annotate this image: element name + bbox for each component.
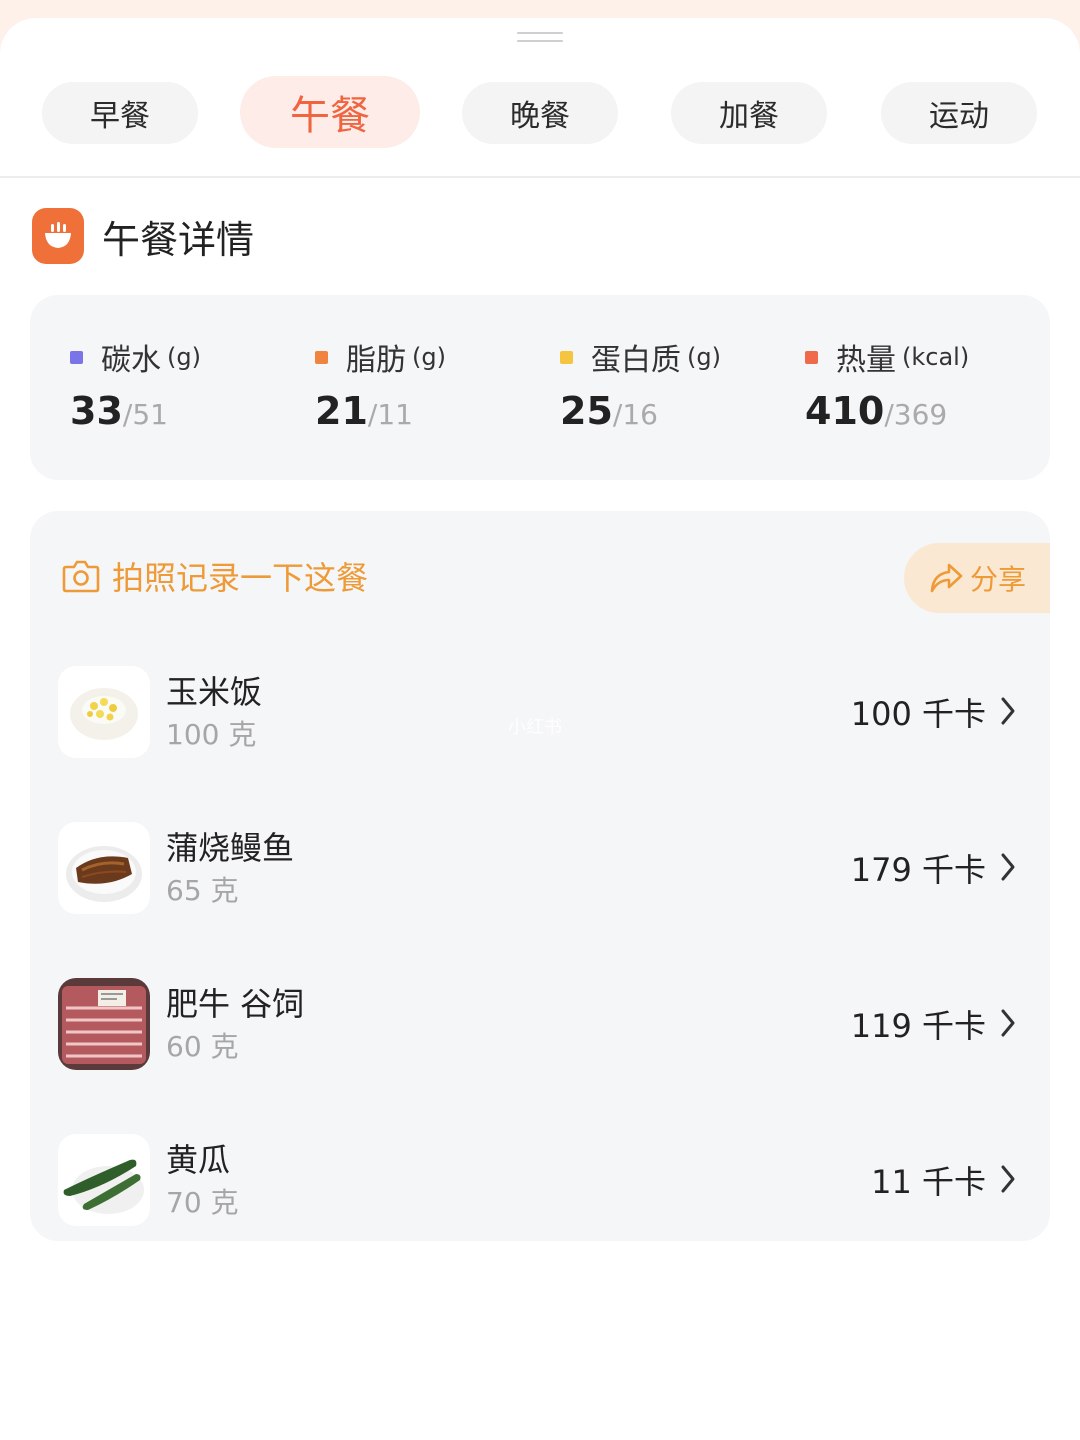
macro-target: /51 — [122, 398, 168, 431]
macro-actual: 25 — [560, 389, 613, 433]
food-name: 蒲烧鳗鱼 — [166, 829, 295, 867]
macro-actual: 410 — [805, 389, 885, 433]
food-calories: 100 千卡 — [850, 695, 986, 733]
food-item-beef[interactable]: 肥牛 谷饲 60 克 119 千卡 — [30, 973, 1050, 1073]
food-thumbnail — [58, 822, 150, 914]
food-list-card: 拍照记录一下这餐 分享 玉米饭 100 克 100 千卡 小红书 蒲烧鳗鱼 65… — [30, 511, 1050, 1241]
share-arrow-icon — [930, 563, 963, 593]
divider — [0, 176, 1080, 178]
watermark: 小红书 — [508, 717, 562, 738]
drag-handle[interactable] — [517, 32, 563, 44]
food-thumbnail — [58, 666, 150, 758]
chevron-right-icon — [1001, 1165, 1015, 1193]
tab-snack[interactable]: 加餐 — [671, 82, 827, 144]
macro-unit: (g) — [687, 343, 721, 371]
macro-name: 脂肪 — [346, 343, 406, 378]
bowl-icon — [32, 208, 84, 264]
macro-name: 蛋白质 — [591, 343, 681, 378]
page-title: 午餐详情 — [102, 217, 255, 262]
carbs-color-dot — [70, 350, 83, 364]
food-calories: 179 千卡 — [850, 851, 986, 889]
meal-tabs: 早餐 午餐 晚餐 加餐 运动 — [0, 76, 1080, 150]
chevron-right-icon — [1001, 1009, 1015, 1037]
photo-record-button[interactable]: 拍照记录一下这餐 — [62, 551, 368, 601]
bottom-sheet: 早餐 午餐 晚餐 加餐 运动 午餐详情 碳水 (g) 33 /51 脂肪 (g)… — [0, 18, 1080, 1440]
food-quantity: 65 克 — [166, 874, 239, 907]
macro-actual: 21 — [315, 389, 368, 433]
tab-dinner[interactable]: 晚餐 — [462, 82, 618, 144]
food-quantity: 70 克 — [166, 1186, 239, 1219]
macro-calories: 热量 (kcal) 410 /369 — [805, 335, 1045, 439]
section-header: 午餐详情 — [32, 208, 254, 264]
tab-lunch[interactable]: 午餐 — [240, 76, 420, 148]
macro-summary-card: 碳水 (g) 33 /51 脂肪 (g) 21 /11 蛋白质 (g) 25 /… — [30, 295, 1050, 480]
share-button[interactable]: 分享 — [904, 543, 1050, 613]
macro-target: /11 — [367, 398, 413, 431]
protein-color-dot — [560, 350, 573, 364]
food-item-corn-rice[interactable]: 玉米饭 100 克 100 千卡 — [30, 661, 1050, 761]
chevron-right-icon — [1001, 697, 1015, 725]
food-item-grilled-eel[interactable]: 蒲烧鳗鱼 65 克 179 千卡 — [30, 817, 1050, 917]
macro-unit: (kcal) — [902, 343, 970, 371]
camera-icon — [62, 560, 100, 593]
macro-actual: 33 — [70, 389, 123, 433]
tab-exercise[interactable]: 运动 — [881, 82, 1037, 144]
food-name: 玉米饭 — [166, 673, 263, 711]
photo-prompt-label: 拍照记录一下这餐 — [112, 559, 369, 597]
macro-protein: 蛋白质 (g) 25 /16 — [560, 335, 800, 439]
food-quantity: 100 克 — [166, 718, 257, 751]
share-label: 分享 — [969, 563, 1026, 596]
macro-target: /369 — [884, 398, 948, 431]
food-calories: 11 千卡 — [871, 1163, 986, 1201]
calories-color-dot — [805, 350, 818, 364]
macro-name: 热量 — [836, 343, 896, 378]
food-name: 黄瓜 — [166, 1141, 231, 1179]
tab-breakfast[interactable]: 早餐 — [42, 82, 198, 144]
macro-fat: 脂肪 (g) 21 /11 — [315, 335, 555, 439]
food-calories: 119 千卡 — [850, 1007, 986, 1045]
food-item-cucumber[interactable]: 黄瓜 70 克 11 千卡 — [30, 1129, 1050, 1229]
macro-name: 碳水 — [101, 343, 161, 378]
chevron-right-icon — [1001, 853, 1015, 881]
macro-target: /16 — [612, 398, 658, 431]
food-thumbnail — [58, 1134, 150, 1226]
food-name: 肥牛 谷饲 — [166, 985, 305, 1023]
macro-unit: (g) — [167, 343, 201, 371]
fat-color-dot — [315, 350, 328, 364]
macro-carbs: 碳水 (g) 33 /51 — [70, 335, 310, 439]
macro-unit: (g) — [412, 343, 446, 371]
food-thumbnail — [58, 978, 150, 1070]
food-quantity: 60 克 — [166, 1030, 239, 1063]
